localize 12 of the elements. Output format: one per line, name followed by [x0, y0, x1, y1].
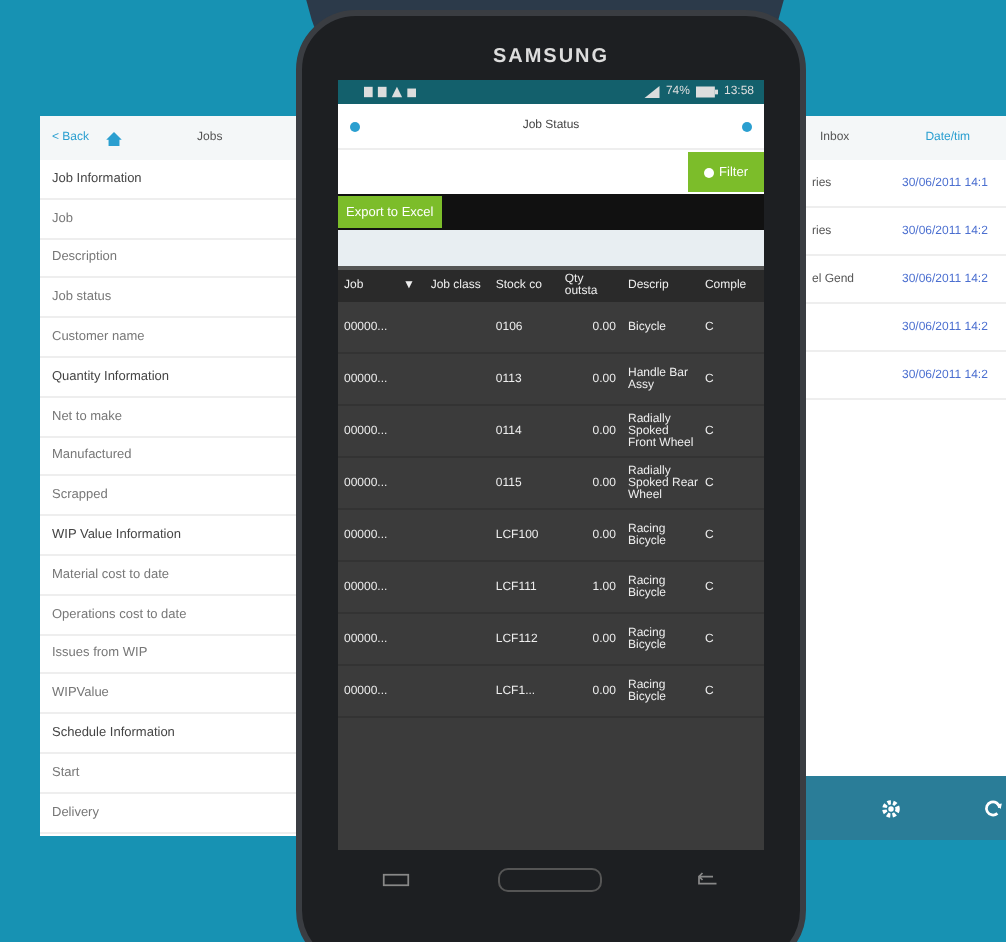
filter-icon	[703, 167, 714, 177]
dot-icon[interactable]	[741, 121, 752, 131]
signal-icon	[643, 86, 660, 98]
dot-icon[interactable]	[350, 121, 360, 131]
settings-icon[interactable]	[880, 797, 902, 819]
battery-icon	[695, 86, 718, 98]
home-icon[interactable]	[105, 131, 122, 145]
refresh-icon[interactable]	[982, 797, 1004, 819]
notification-icons	[364, 86, 416, 98]
menu-icon[interactable]	[382, 872, 411, 888]
brand-text: SAMSUNG	[490, 46, 612, 72]
home-button[interactable]	[498, 868, 603, 892]
